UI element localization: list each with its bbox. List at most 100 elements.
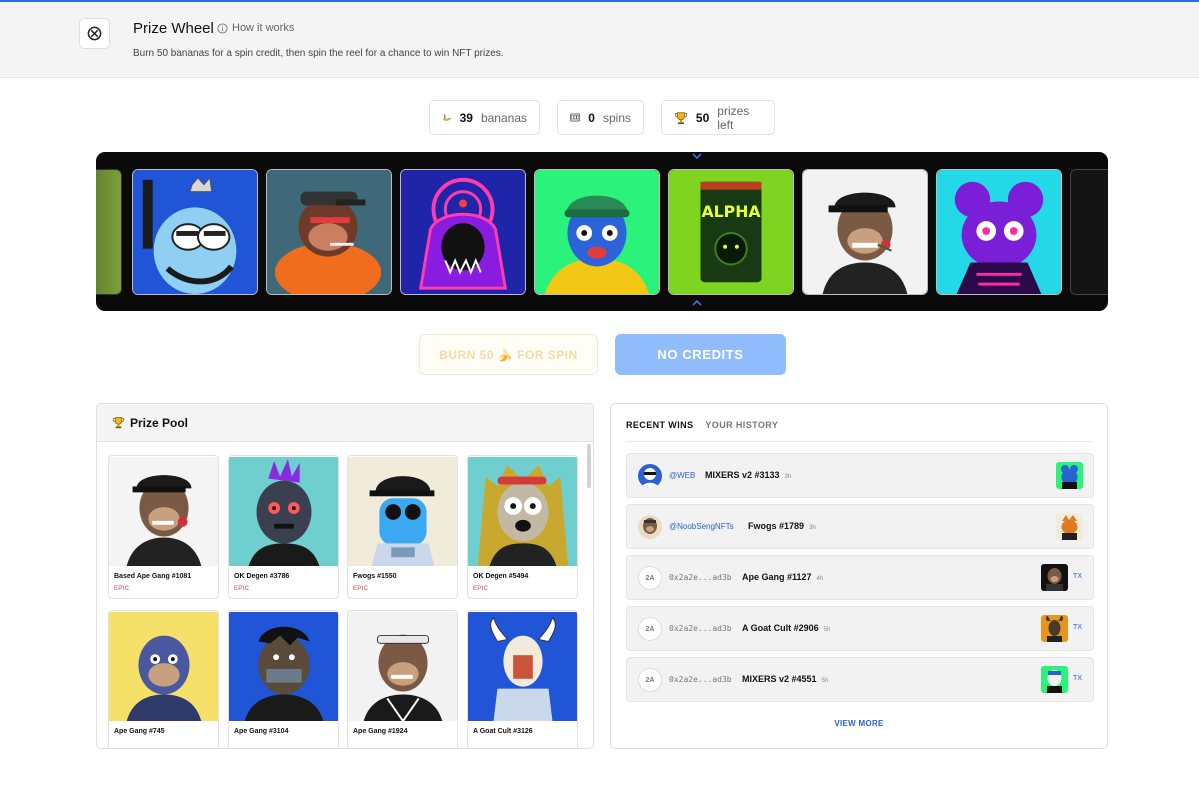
view-more-link[interactable]: VIEW MORE — [611, 719, 1107, 728]
avatar — [638, 464, 662, 488]
prize-pool-header: Prize Pool — [97, 404, 593, 442]
win-time: 4h — [816, 576, 824, 582]
address-badge: 2A — [638, 617, 662, 641]
win-address[interactable]: 0x2a2e...ad3b — [669, 675, 732, 684]
trophy-icon — [112, 417, 125, 429]
tabs-divider — [626, 441, 1092, 442]
prizes-label: prizes left — [717, 103, 750, 132]
win-item-name: MIXERS v2 #3133 — [705, 470, 780, 480]
prize-card-name: OK Degen #5494 — [473, 573, 529, 580]
win-item-name: A Goat Cult #2906 — [742, 623, 819, 633]
win-time: 3h — [784, 474, 792, 480]
prize-card[interactable]: A Goat Cult #3126 — [467, 610, 578, 748]
reel-tile-demon — [400, 169, 526, 295]
prize-card-rarity: EPIC — [353, 586, 369, 592]
bananas-label: bananas — [480, 110, 527, 125]
prize-card-name: Ape Gang #1924 — [353, 728, 408, 735]
win-item: A Goat Cult #2906 5h — [742, 623, 830, 633]
prizes-count: 50 — [695, 110, 710, 125]
reel-tile-alpha-pack: ALPHA — [668, 169, 794, 295]
prize-card[interactable]: OK Degen #5494 EPIC — [467, 455, 578, 599]
reel-tile-partial-right — [1070, 169, 1108, 295]
spins-stat: 0 spins — [557, 100, 644, 135]
page-title: Prize Wheel — [133, 20, 214, 37]
burn-for-spin-button[interactable]: BURN 50 🍌 FOR SPIN — [419, 334, 598, 375]
win-row[interactable]: 2A 0x2a2e...ad3b Ape Gang #1127 4h TX — [626, 555, 1094, 600]
prize-card-name: Ape Gang #745 — [114, 728, 165, 735]
prize-card-rarity: EPIC — [473, 586, 489, 592]
win-row[interactable]: @NoobSengNFTs Fwogs #1789 3h — [626, 504, 1094, 549]
win-thumb — [1056, 513, 1083, 540]
win-time: 5h — [821, 678, 829, 684]
spins-label: spins — [602, 110, 631, 125]
prize-card-name: Based Ape Gang #1081 — [114, 573, 192, 580]
win-item-name: Ape Gang #1127 — [742, 572, 812, 582]
prize-card-rarity — [109, 735, 218, 741]
how-it-works-link[interactable]: How it works — [217, 22, 294, 34]
win-address[interactable]: 0x2a2e...ad3b — [669, 624, 732, 633]
win-row[interactable]: 2A 0x2a2e...ad3b A Goat Cult #2906 5h TX — [626, 606, 1094, 651]
prize-pool-scrollbar[interactable] — [587, 444, 591, 488]
reel-tile-ape-rose — [802, 169, 928, 295]
prize-card-rarity: EPIC — [234, 586, 250, 592]
bananas-stat: 39 bananas — [429, 100, 540, 135]
tab-recent-wins[interactable]: RECENT WINS — [626, 420, 693, 430]
prize-card[interactable]: Ape Gang #1924 — [347, 610, 458, 748]
win-time: 3h — [809, 525, 816, 531]
prize-card-rarity: EPIC — [114, 586, 130, 592]
slot-icon — [570, 113, 581, 122]
win-thumb — [1041, 564, 1068, 591]
win-row[interactable]: @WEB MIXERS v2 #3133 3h — [626, 453, 1094, 498]
no-credits-button[interactable]: NO CREDITS — [615, 334, 786, 375]
prize-card[interactable]: OK Degen #3786 EPIC — [228, 455, 339, 599]
prize-card-name: A Goat Cult #3126 — [473, 728, 533, 735]
bananas-count: 39 — [459, 110, 473, 125]
reel-pointer-bottom-icon — [692, 299, 702, 309]
page-subtitle: Burn 50 bananas for a spin credit, then … — [133, 48, 504, 59]
reel-tile-degen-green — [534, 169, 660, 295]
circle-x-icon[interactable] — [79, 18, 110, 49]
tab-your-history[interactable]: YOUR HISTORY — [705, 420, 778, 430]
prize-card[interactable]: Fwogs #1550 EPIC — [347, 455, 458, 599]
prizes-stat: 50 prizes left — [661, 100, 775, 135]
reel-pointer-top-icon — [692, 152, 702, 162]
tx-link[interactable]: TX — [1073, 624, 1082, 631]
svg-text:ALPHA: ALPHA — [701, 202, 761, 221]
tx-link[interactable]: TX — [1073, 675, 1082, 682]
prize-card-name: Ape Gang #3104 — [234, 728, 289, 735]
win-row[interactable]: 2A 0x2a2e...ad3b MIXERS v2 #4551 5h TX — [626, 657, 1094, 702]
prize-card-rarity — [468, 735, 577, 741]
win-item: Fwogs #1789 3h — [748, 521, 816, 531]
win-item: MIXERS v2 #3133 3h — [705, 470, 791, 480]
win-item-name: Fwogs #1789 — [748, 521, 805, 531]
reel-tile-bear-cyan — [936, 169, 1062, 295]
wins-tabs: RECENT WINS YOUR HISTORY — [626, 420, 778, 430]
prize-card[interactable]: Ape Gang #745 — [108, 610, 219, 748]
prize-pool-title: Prize Pool — [130, 415, 189, 430]
trophy-icon — [674, 111, 688, 124]
prize-card[interactable]: Based Ape Gang #1081 EPIC — [108, 455, 219, 599]
win-thumb — [1056, 462, 1083, 489]
win-address[interactable]: 0x2a2e...ad3b — [669, 573, 732, 582]
reel-tile-penguin — [132, 169, 258, 295]
banana-icon — [443, 114, 451, 121]
win-time: 5h — [823, 627, 831, 633]
reel-tile-partial-left — [96, 169, 122, 295]
tx-link[interactable]: TX — [1073, 573, 1082, 580]
win-item: MIXERS v2 #4551 5h — [742, 674, 828, 684]
prize-card-rarity — [348, 735, 457, 741]
prize-card-name: Fwogs #1550 — [353, 573, 397, 580]
address-badge: 2A — [638, 668, 662, 692]
avatar — [638, 515, 662, 539]
prize-reel: ALPHA — [96, 152, 1108, 311]
win-thumb — [1041, 666, 1068, 693]
info-icon — [217, 22, 228, 34]
win-user[interactable]: @WEB — [669, 471, 695, 480]
prize-card[interactable]: Ape Gang #3104 — [228, 610, 339, 748]
prize-pool-panel: Prize Pool Based Ape Gang #1081 EPIC OK … — [96, 403, 594, 749]
how-it-works-label: How it works — [232, 22, 295, 34]
address-badge: 2A — [638, 566, 662, 590]
win-item-name: MIXERS v2 #4551 — [742, 674, 817, 684]
recent-wins-panel: RECENT WINS YOUR HISTORY @WEB MIXERS v2 … — [610, 403, 1108, 749]
win-user[interactable]: @NoobSengNFTs — [669, 522, 734, 531]
